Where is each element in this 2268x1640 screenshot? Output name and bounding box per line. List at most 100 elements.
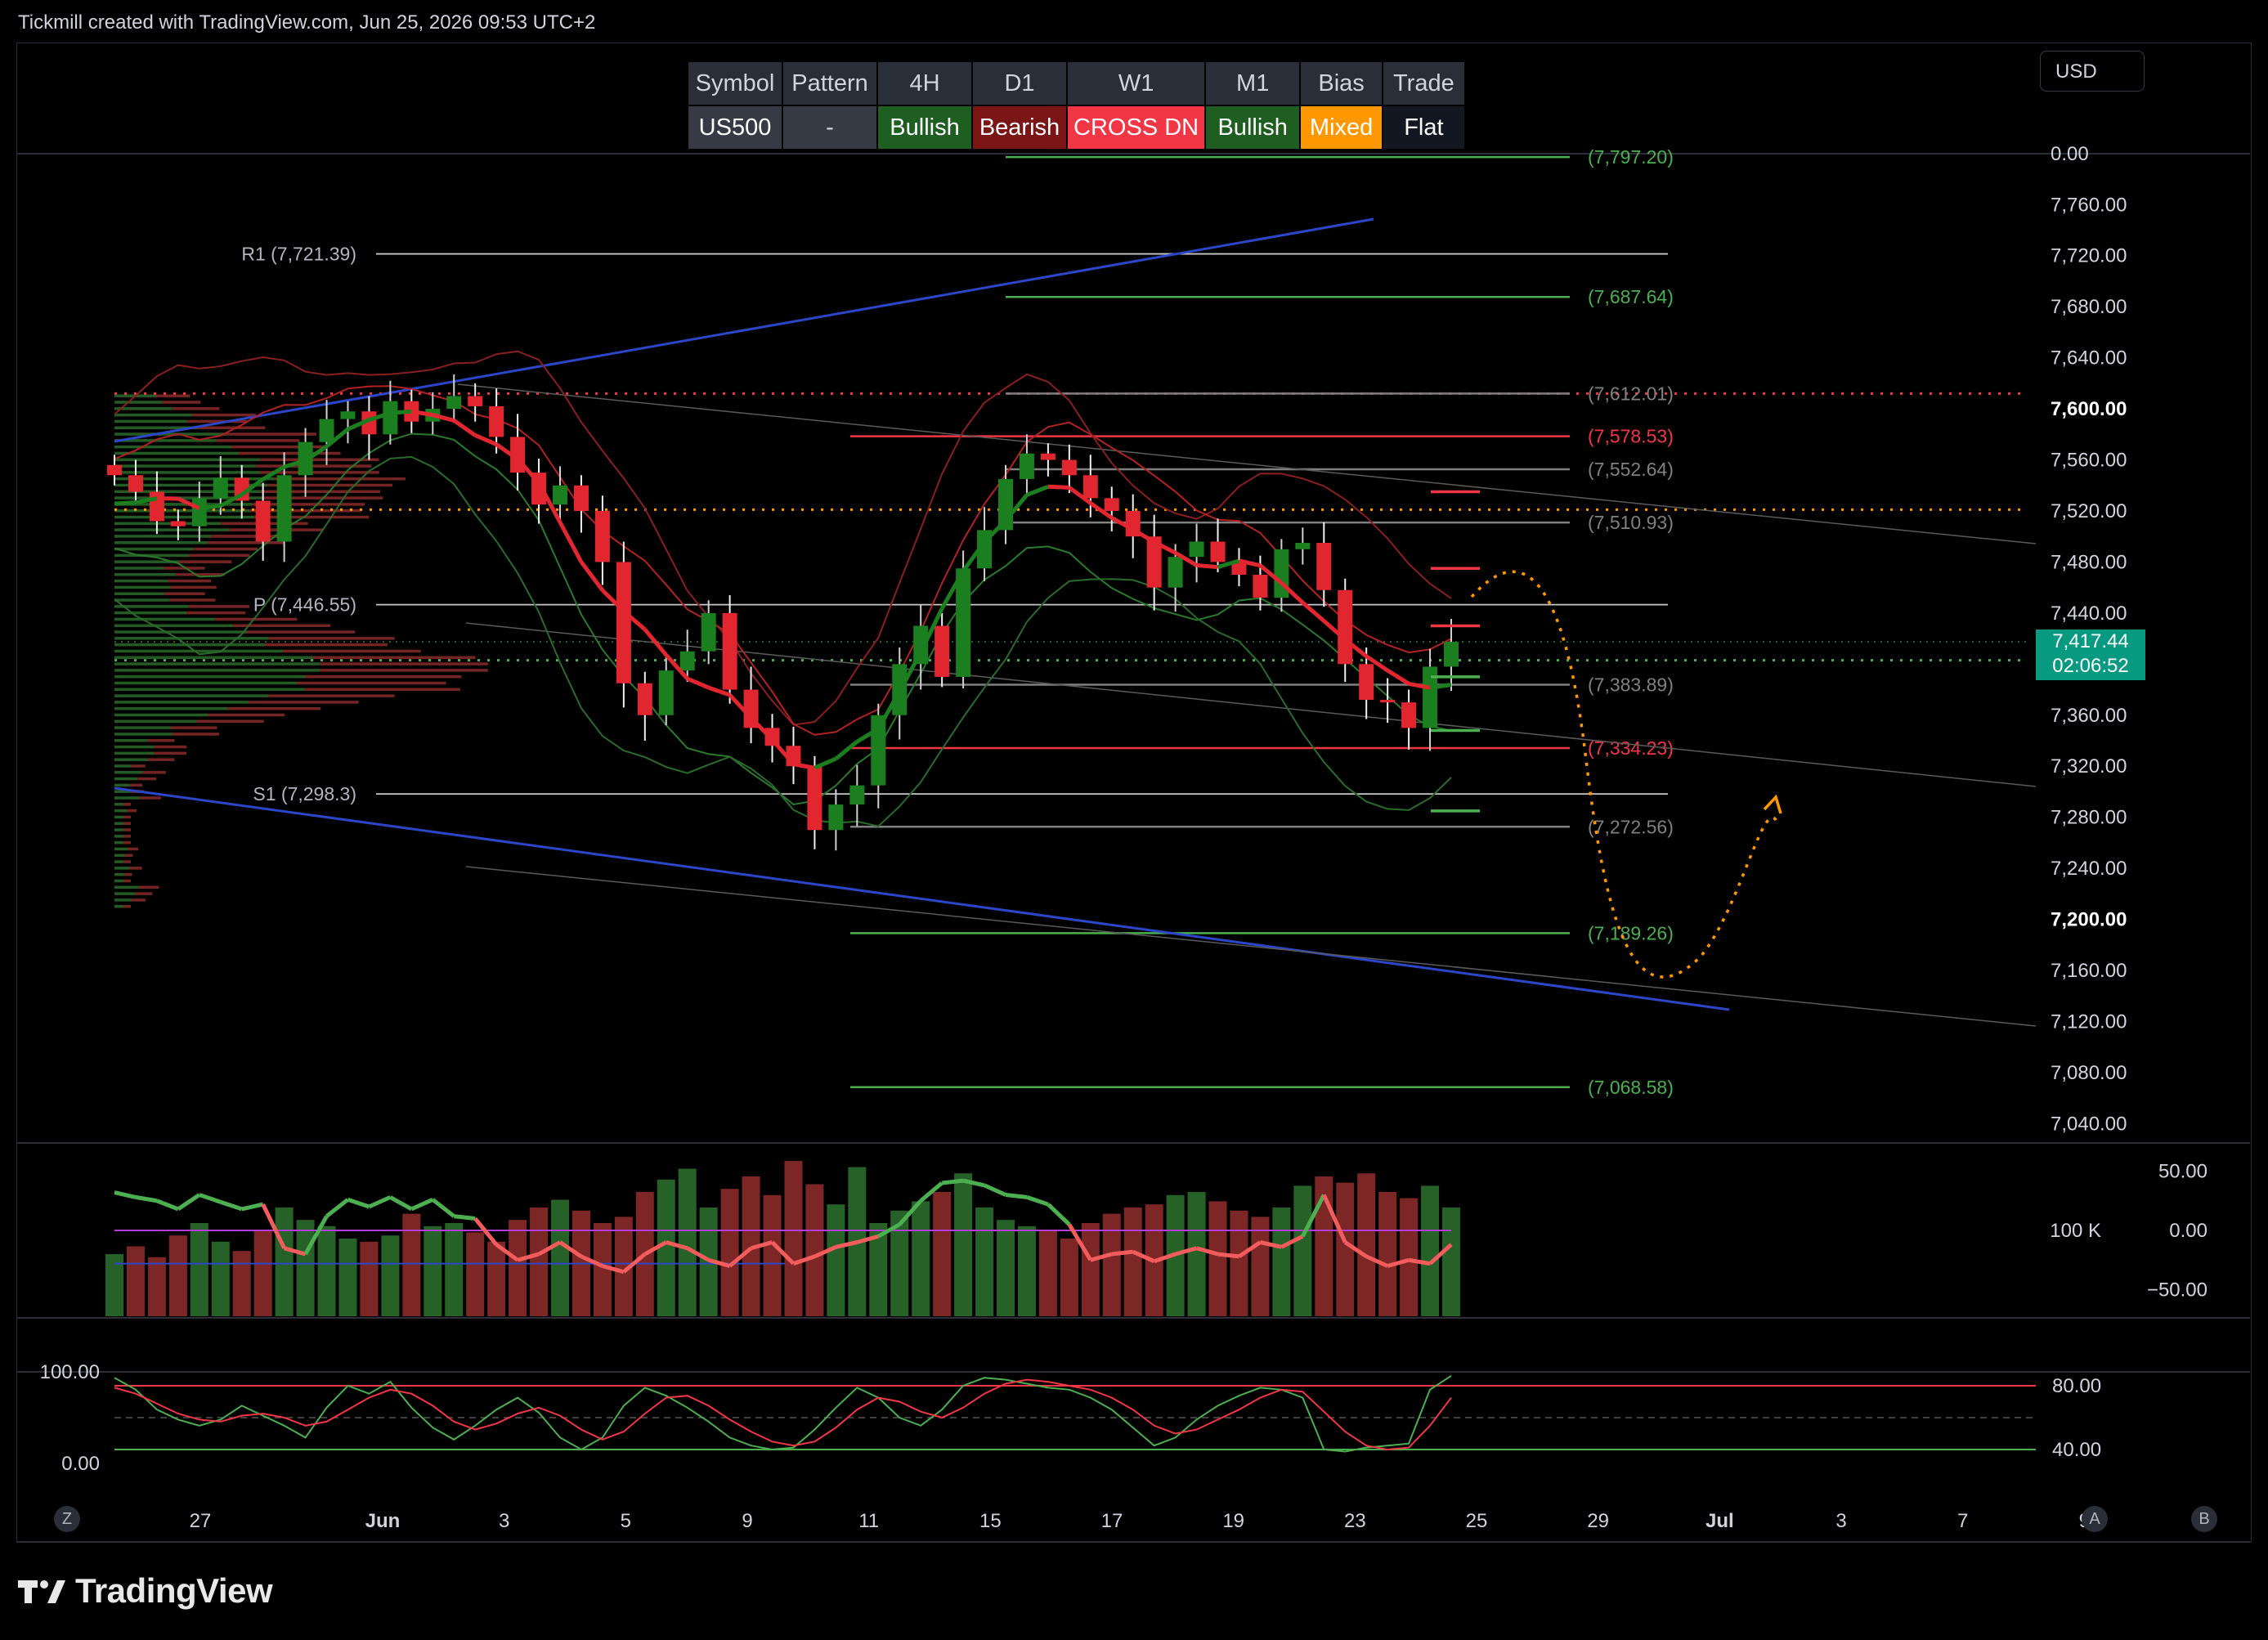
volume-profile-bar	[197, 720, 264, 724]
volume-profile-bar	[192, 414, 256, 417]
x-tick-label: Jun	[365, 1510, 401, 1532]
candle-body	[340, 411, 355, 419]
volume-bar	[975, 1208, 993, 1316]
projection-path	[1472, 571, 1778, 977]
volume-profile-bar	[123, 860, 131, 863]
volume-bar	[360, 1242, 378, 1316]
candle-body	[468, 396, 482, 406]
volume-profile-bar	[114, 541, 208, 544]
y-tick-label: 7,120.00	[2051, 1010, 2127, 1033]
auto-scale-button[interactable]: A	[2082, 1506, 2108, 1532]
volume-profile-bar	[114, 675, 305, 679]
volume-profile-bar	[114, 905, 123, 908]
channel-line	[466, 867, 2036, 1026]
y-tick-label: 7,080.00	[2051, 1062, 2127, 1084]
chart-canvas[interactable]: 0.00 7,760.00 7,720.00 7,680.00 7,640.00 7,60…	[0, 0, 2268, 1640]
x-tick-label: 5	[621, 1510, 631, 1532]
volume-profile-bar	[313, 656, 476, 660]
y-tick-label: 7,720.00	[2051, 245, 2127, 267]
timezone-button[interactable]: Z	[54, 1506, 80, 1532]
candle-body	[1380, 700, 1395, 702]
volume-profile-bar	[114, 535, 211, 538]
volume-bar	[1188, 1192, 1206, 1316]
stoch-right-tick: 40.00	[2052, 1439, 2101, 1461]
trend-ma-segment	[560, 522, 581, 562]
candle-body	[956, 568, 970, 677]
tradingview-logo[interactable]: TradingView	[18, 1571, 272, 1611]
volume-profile-bar	[114, 694, 268, 697]
volume-bar	[1400, 1199, 1418, 1316]
fib-level-label: (7,383.89)	[1588, 674, 1674, 695]
trend-ma-segment	[793, 764, 814, 768]
volume-profile-bar	[114, 592, 164, 595]
candle-body	[595, 511, 610, 562]
x-tick-label: 3	[1835, 1510, 1846, 1532]
volume-profile-bar	[114, 758, 147, 761]
volume-profile-bar	[114, 733, 173, 736]
oscillator-segment	[178, 1195, 199, 1209]
volume-profile-bar	[123, 880, 131, 883]
y-tick-label: 7,160.00	[2051, 960, 2127, 982]
volume-profile-bar	[114, 752, 154, 755]
candle-body	[1062, 460, 1077, 476]
volume-profile-bar	[164, 592, 205, 595]
log-scale-button[interactable]: B	[2191, 1506, 2217, 1532]
candle-body	[1295, 543, 1310, 549]
candle-body	[107, 465, 122, 475]
volume-profile-bar	[123, 816, 131, 819]
volume-bar	[318, 1226, 336, 1316]
volume-profile-bar	[114, 624, 233, 627]
oscillator-segment	[1218, 1254, 1239, 1257]
candle-body	[553, 486, 567, 504]
bias-table-value-w1: CROSS DN	[1067, 105, 1205, 150]
volume-profile-bar	[249, 701, 358, 704]
volume-bar	[233, 1251, 251, 1316]
candle-body	[171, 521, 186, 526]
volume-profile-bar	[140, 796, 161, 800]
volume-bar	[1442, 1208, 1460, 1316]
x-tick-label: 27	[190, 1510, 212, 1532]
volume-bar	[954, 1173, 972, 1316]
volume-bar	[997, 1220, 1015, 1316]
volume-profile-bar	[114, 746, 155, 749]
volume-profile-bar	[283, 650, 421, 653]
oscillator-segment	[199, 1195, 221, 1203]
volume-bar	[1293, 1185, 1311, 1316]
volume-profile-bar	[114, 452, 239, 455]
volume-profile-bar	[114, 643, 265, 647]
volume-bar	[381, 1235, 399, 1316]
oscillator-segment	[1048, 1204, 1069, 1225]
trend-ma-segment	[114, 503, 136, 504]
candle-body	[828, 804, 843, 830]
candle-body	[701, 613, 716, 652]
oscillator-segment	[984, 1185, 1006, 1195]
volume-profile-bar	[114, 420, 187, 423]
bias-table-value-4h: Bullish	[877, 105, 972, 150]
candle-body	[256, 500, 271, 541]
volume-profile-bar	[156, 394, 190, 397]
trend-ma-segment	[390, 411, 411, 413]
oscillator-tick-label: 50.00	[2158, 1161, 2207, 1183]
volume-bar	[254, 1231, 272, 1317]
trend-ma-segment	[581, 562, 603, 590]
volume-profile-bar	[162, 401, 200, 404]
volume-bar	[127, 1247, 145, 1317]
volume-profile-bar	[186, 612, 245, 615]
volume-profile-bar	[228, 707, 320, 710]
volume-bar	[212, 1242, 230, 1316]
volume-bar	[721, 1189, 739, 1316]
oscillator-segment	[369, 1197, 390, 1207]
volume-bar	[1272, 1208, 1290, 1316]
oscillator-segment	[136, 1197, 157, 1200]
fib-level-label: (7,272.56)	[1588, 816, 1674, 837]
volume-profile-bar	[114, 637, 268, 640]
volume-profile-bar	[114, 688, 305, 692]
bias-table-header-w1: W1	[1067, 61, 1205, 105]
currency-selector[interactable]: USD	[2040, 51, 2145, 92]
trend-ma-segment	[1027, 486, 1048, 495]
volume-profile-bar	[114, 764, 132, 768]
volume-profile-bar	[132, 898, 146, 902]
volume-bar	[424, 1226, 441, 1316]
y-tick-label: 7,440.00	[2051, 603, 2127, 625]
tradingview-logo-text: TradingView	[75, 1571, 272, 1611]
